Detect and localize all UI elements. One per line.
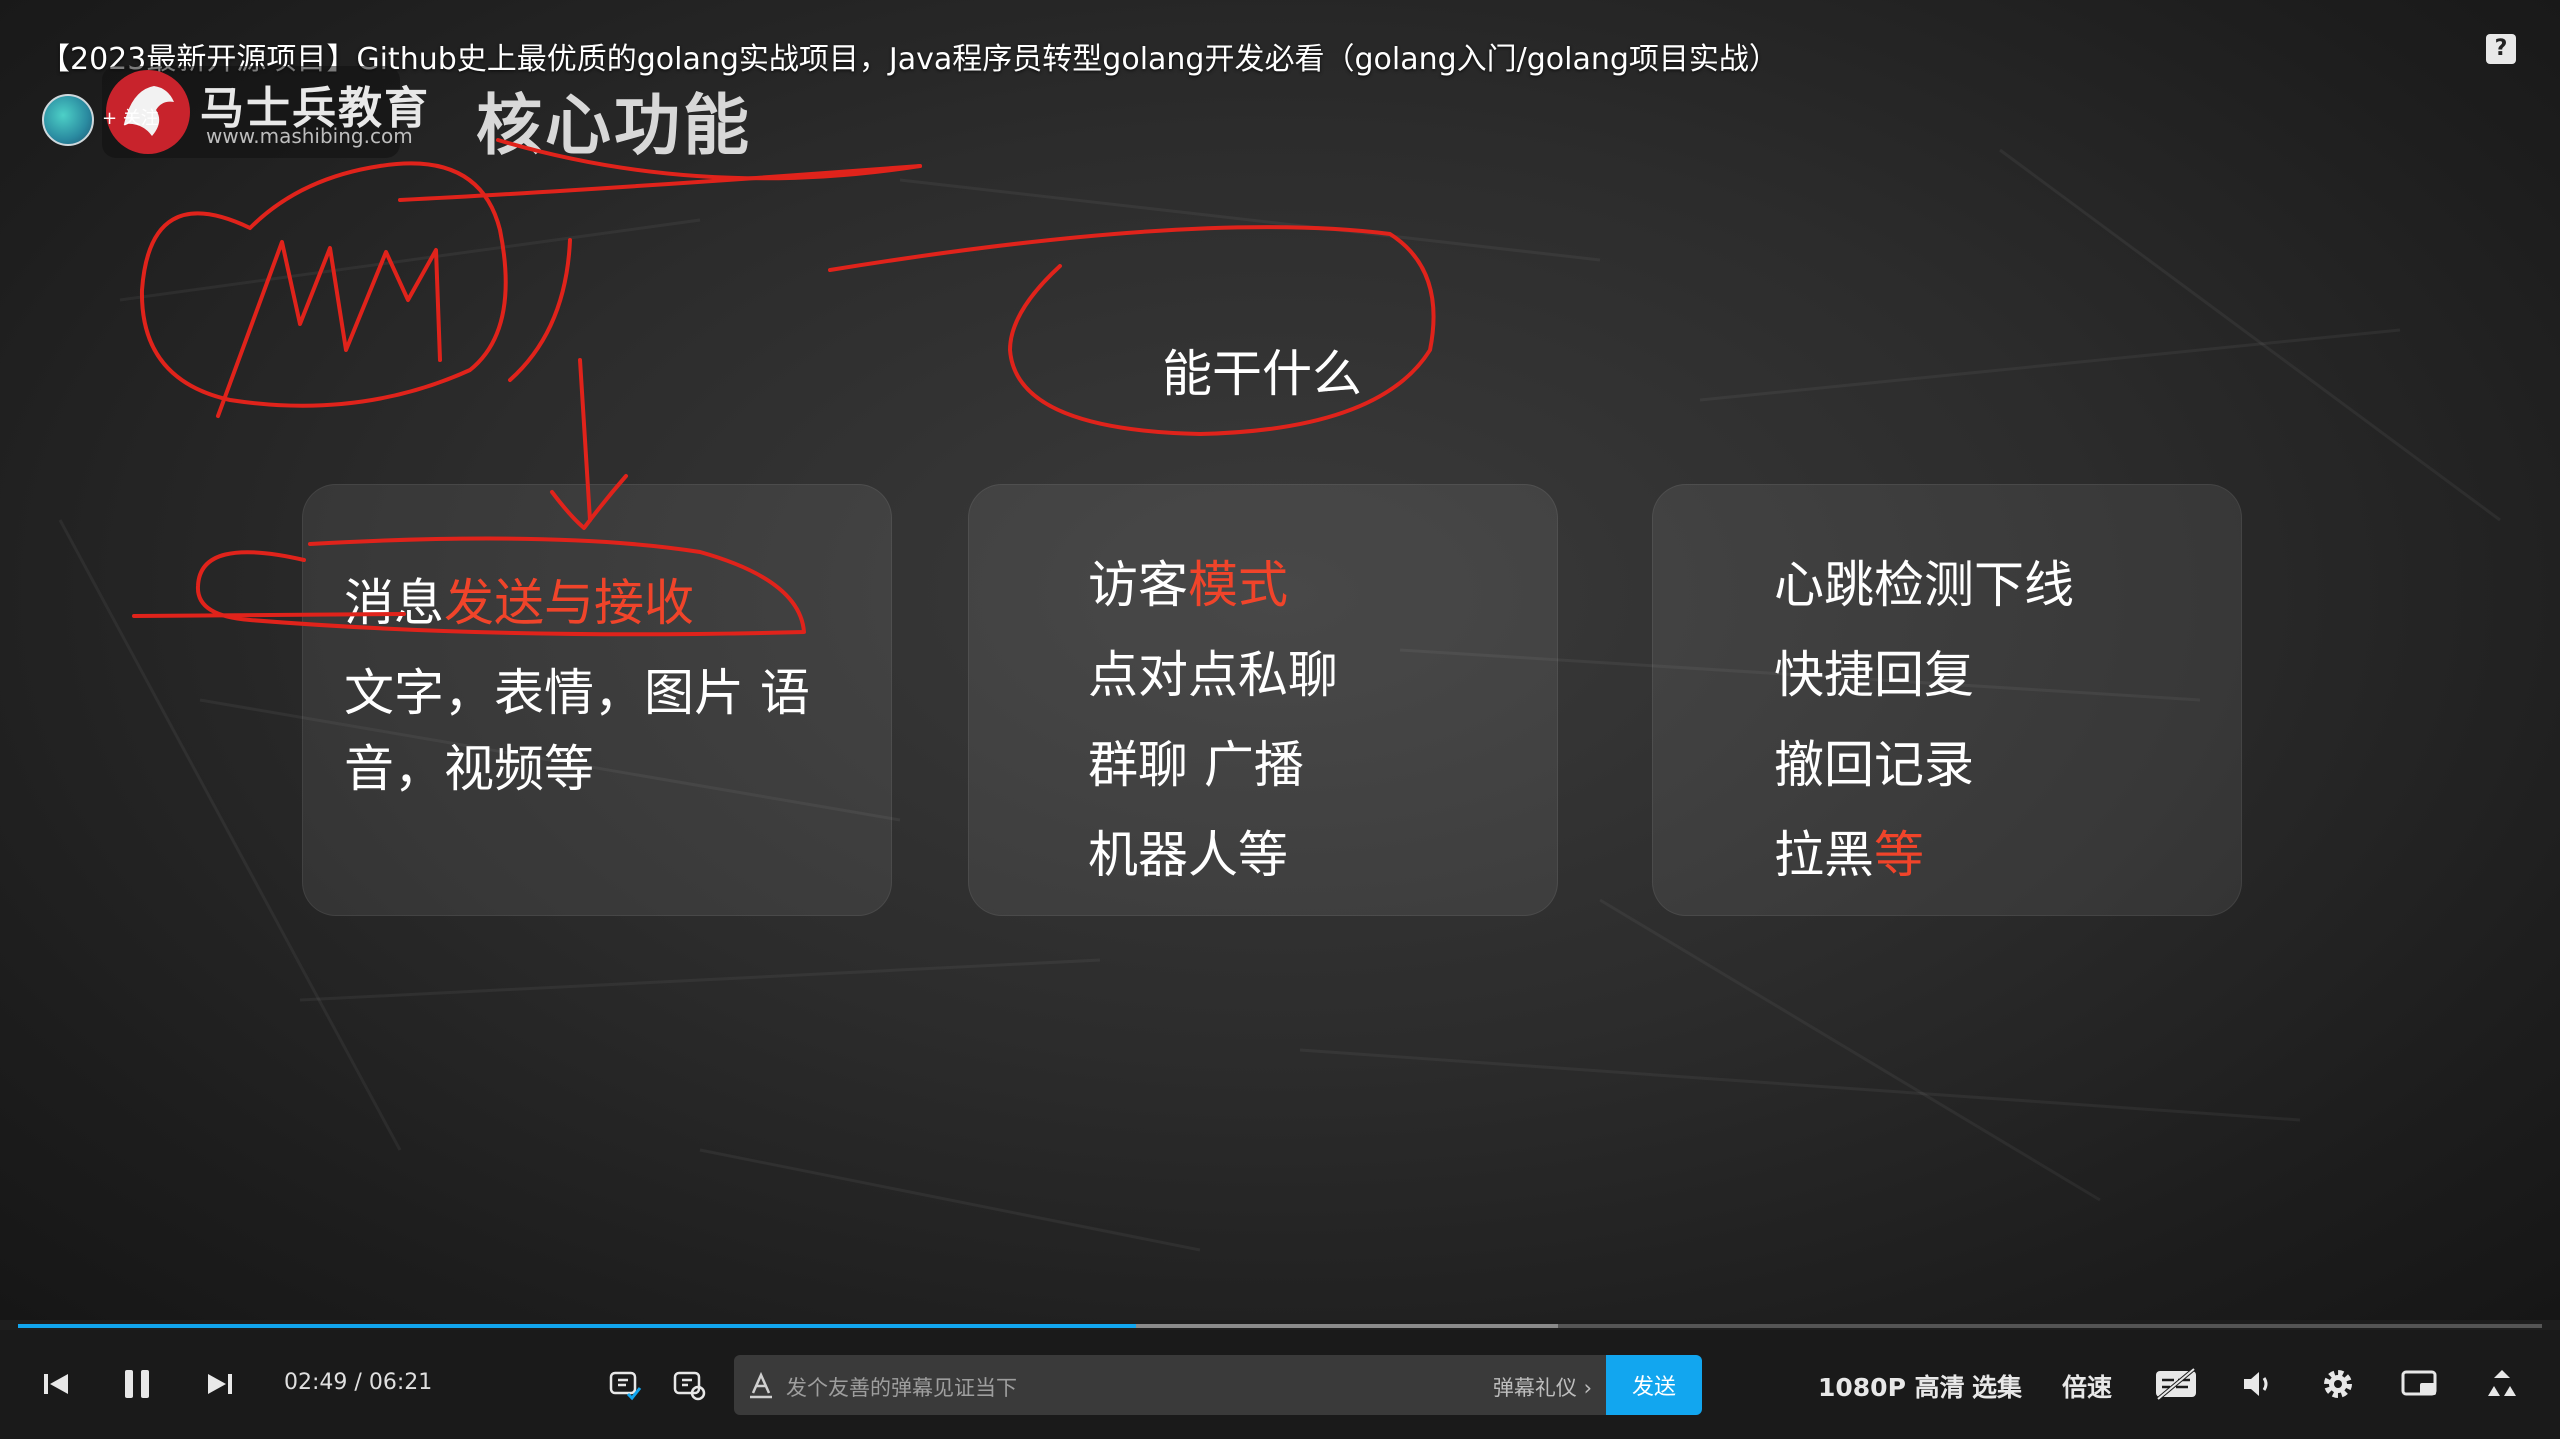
- pause-icon[interactable]: [122, 1368, 152, 1400]
- send-button[interactable]: 发送: [1606, 1355, 1702, 1415]
- progress-bar[interactable]: [18, 1324, 2542, 1328]
- text-style-icon[interactable]: [748, 1371, 774, 1399]
- episodes-button[interactable]: 选集: [1972, 1368, 2022, 1404]
- settings-icon[interactable]: [2320, 1366, 2356, 1402]
- pip-icon[interactable]: [2400, 1368, 2440, 1400]
- subtitle-icon[interactable]: [2152, 1366, 2200, 1402]
- time-display: 02:49 / 06:21: [284, 1370, 432, 1395]
- progress-played: [18, 1324, 1137, 1328]
- video-frame[interactable]: 【2023最新开源项目】Github史上最优质的golang实战项目，Java程…: [0, 0, 2560, 1320]
- quality-selector[interactable]: 1080P 高清: [1818, 1368, 1965, 1404]
- prev-icon[interactable]: [42, 1370, 70, 1398]
- danmaku-toggle-icon[interactable]: [608, 1368, 642, 1402]
- current-time: 02:49: [284, 1370, 348, 1395]
- volume-icon[interactable]: [2240, 1366, 2276, 1402]
- time-separator: /: [354, 1370, 362, 1395]
- danmaku-input[interactable]: 发个友善的弹幕见证当下 弹幕礼仪 ›: [734, 1355, 1606, 1415]
- fullscreen-icon[interactable]: [2484, 1366, 2520, 1402]
- danmaku-etiquette-link[interactable]: 弹幕礼仪 ›: [1493, 1372, 1592, 1402]
- danmaku-placeholder: 发个友善的弹幕见证当下: [786, 1376, 1017, 1400]
- next-icon[interactable]: [206, 1370, 234, 1398]
- total-duration: 06:21: [368, 1370, 433, 1395]
- speed-button[interactable]: 倍速: [2062, 1368, 2112, 1404]
- danmaku-settings-icon[interactable]: [672, 1368, 706, 1402]
- pen-annotations: [132, 138, 1436, 637]
